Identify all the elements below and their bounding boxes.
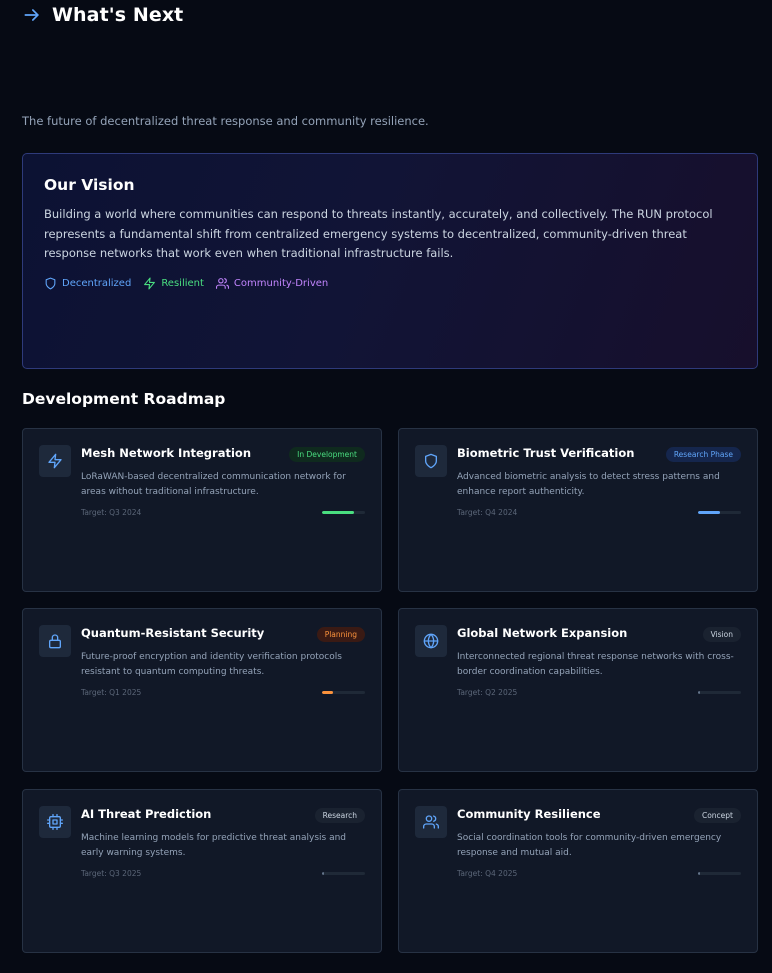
roadmap-card-quantum: Quantum-Resistant Security Planning Futu… bbox=[22, 608, 382, 772]
roadmap-title: Development Roadmap bbox=[22, 390, 226, 408]
status-badge: Research Phase bbox=[665, 447, 741, 462]
vision-title: Our Vision bbox=[44, 176, 135, 194]
lightning-icon bbox=[39, 445, 71, 477]
card-description: Interconnected regional threat response … bbox=[457, 652, 734, 677]
card-target: Target: Q4 2025 bbox=[457, 869, 518, 878]
users-icon bbox=[215, 277, 229, 290]
tag-resilient: Resilient bbox=[143, 277, 204, 290]
tag-decentralized: Decentralized bbox=[44, 277, 131, 290]
status-badge: Concept bbox=[693, 808, 741, 823]
shield-icon bbox=[44, 277, 57, 290]
vision-body: Building a world where communities can r… bbox=[44, 207, 713, 260]
roadmap-card-global-network: Global Network Expansion Vision Intercon… bbox=[398, 608, 758, 772]
card-target: Target: Q4 2024 bbox=[457, 508, 518, 517]
progress-fill bbox=[698, 691, 701, 694]
card-title: Community Resilience bbox=[457, 807, 601, 821]
lightning-icon bbox=[143, 277, 156, 290]
vision-panel: Our Vision Building a world where commun… bbox=[22, 153, 758, 369]
card-title: Biometric Trust Verification bbox=[457, 446, 635, 460]
card-target: Target: Q2 2025 bbox=[457, 688, 518, 697]
progress-bar bbox=[698, 691, 741, 694]
lock-icon bbox=[39, 625, 71, 657]
cpu-icon bbox=[39, 806, 71, 838]
progress-bar bbox=[322, 691, 365, 694]
card-target: Target: Q3 2024 bbox=[81, 508, 142, 517]
card-title: Global Network Expansion bbox=[457, 626, 628, 640]
card-target: Target: Q3 2025 bbox=[81, 869, 142, 878]
tag-community-driven: Community-Driven bbox=[215, 277, 329, 290]
card-title: AI Threat Prediction bbox=[81, 807, 212, 821]
roadmap-card-mesh-network: Mesh Network Integration In Development … bbox=[22, 428, 382, 592]
card-title: Mesh Network Integration bbox=[81, 446, 252, 460]
arrow-right-icon bbox=[22, 5, 42, 25]
progress-bar bbox=[698, 511, 741, 514]
tag-label: Decentralized bbox=[62, 277, 132, 289]
status-badge: Research bbox=[314, 808, 365, 823]
progress-fill bbox=[698, 511, 720, 514]
tag-label: Resilient bbox=[161, 277, 204, 289]
roadmap-card-biometric: Biometric Trust Verification Research Ph… bbox=[398, 428, 758, 592]
status-badge: Vision bbox=[702, 627, 741, 642]
roadmap-card-ai-prediction: AI Threat Prediction Research Machine le… bbox=[22, 789, 382, 953]
users-icon bbox=[415, 806, 447, 838]
progress-bar bbox=[698, 872, 741, 875]
card-description: Machine learning models for predictive t… bbox=[81, 833, 346, 858]
progress-bar bbox=[322, 511, 365, 514]
tag-label: Community-Driven bbox=[233, 277, 329, 289]
progress-bar bbox=[322, 872, 365, 875]
card-description: LoRaWAN-based decentralized communicatio… bbox=[81, 472, 346, 497]
card-description: Future-proof encryption and identity ver… bbox=[81, 652, 342, 677]
page-header: What's Next bbox=[22, 4, 183, 26]
progress-fill bbox=[322, 872, 325, 875]
progress-fill bbox=[698, 872, 701, 875]
globe-icon bbox=[415, 625, 447, 657]
card-description: Advanced biometric analysis to detect st… bbox=[457, 472, 720, 497]
status-badge: In Development bbox=[289, 447, 365, 462]
roadmap-card-community-resilience: Community Resilience Concept Social coor… bbox=[398, 789, 758, 953]
shield-icon bbox=[415, 445, 447, 477]
page-title: What's Next bbox=[52, 4, 184, 26]
progress-fill bbox=[322, 691, 333, 694]
status-badge: Planning bbox=[316, 627, 365, 642]
card-title: Quantum-Resistant Security bbox=[81, 626, 265, 640]
page-subtitle: The future of decentralized threat respo… bbox=[22, 114, 429, 128]
vision-tags: Decentralized Resilient Community-Driven bbox=[44, 277, 736, 290]
card-description: Social coordination tools for community-… bbox=[457, 833, 722, 858]
progress-fill bbox=[322, 511, 355, 514]
card-target: Target: Q1 2025 bbox=[81, 688, 142, 697]
